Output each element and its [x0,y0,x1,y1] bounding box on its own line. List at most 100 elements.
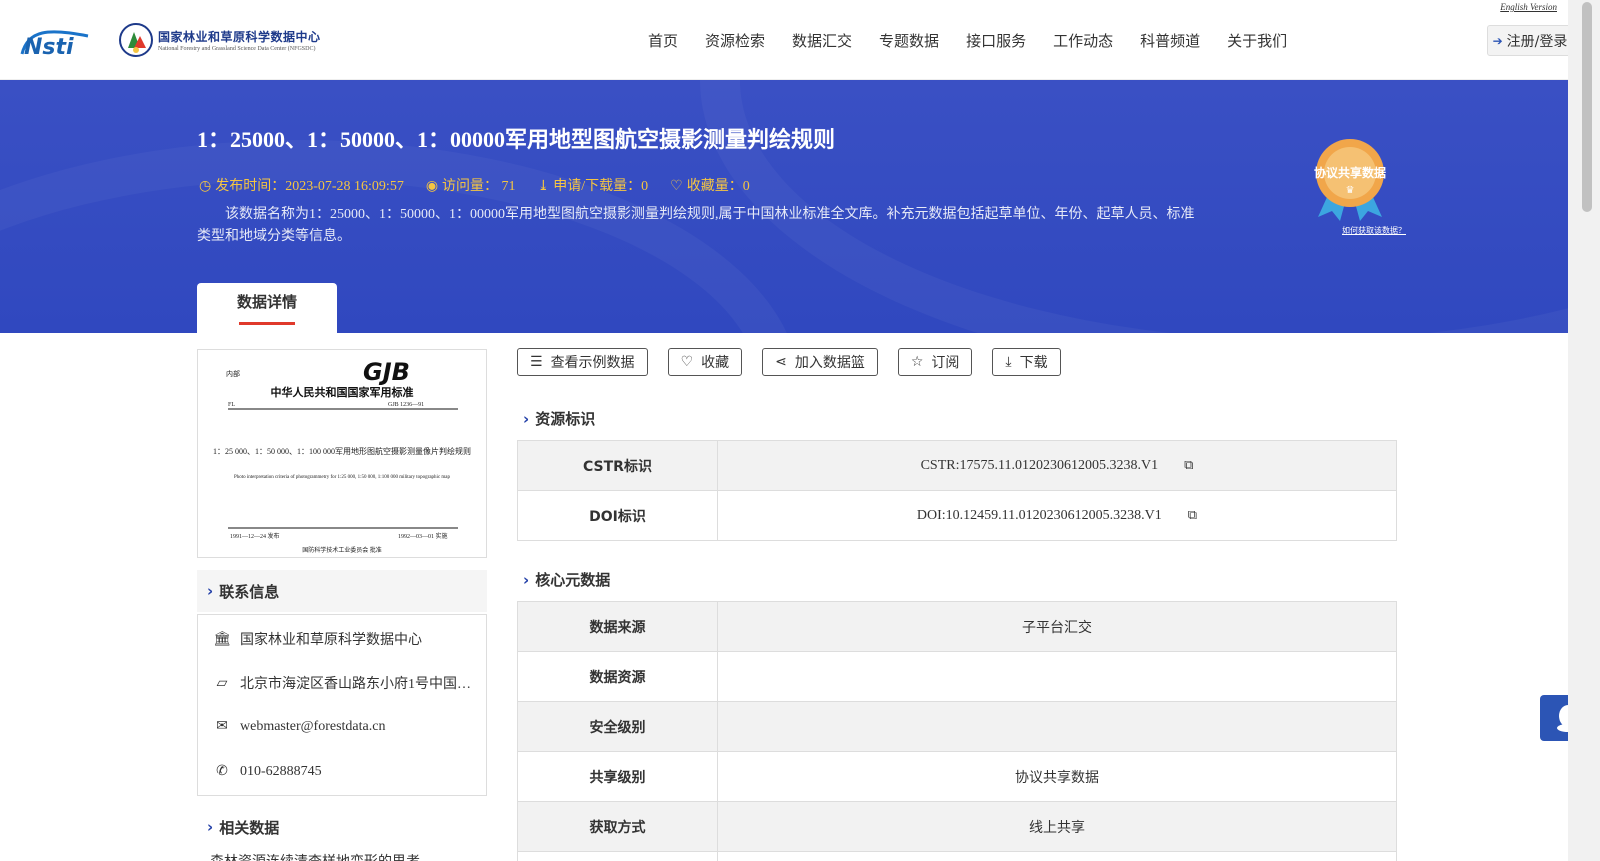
contact-org: 🏛 国家林业和草原科学数据中心 [213,631,422,649]
nav-science[interactable]: 科普频道 [1140,30,1200,51]
table-row: 获取方式 线上共享 [517,801,1397,852]
contact-email[interactable]: ✉ webmaster@forestdata.cn [212,718,477,735]
doi-key: DOI标识 [517,490,718,541]
phone-icon: ✆ [216,764,228,779]
table-row: 数据来源 子平台汇交 [517,601,1397,652]
chevron-right-icon: › [207,818,214,836]
table-row: 共享级别 协议共享数据 [517,751,1397,802]
nav-thematic-data[interactable]: 专题数据 [879,30,939,51]
resource-id-table: CSTR标识 CSTR:17575.11.0120230612005.3238.… [517,440,1397,541]
login-label: 注册/登录 [1506,33,1568,50]
svg-text:1991—12—24 发布: 1991—12—24 发布 [230,532,280,540]
action-bar: ☰ 查看示例数据 ♡ 收藏 ⋖ 加入数据篮 ☆ 订阅 ⤓ 下载 [517,348,1061,376]
copy-icon[interactable]: ⧉ [1184,457,1193,473]
heart-icon: ♡ [680,354,694,370]
related-item[interactable]: 森林资源连续清查样地变形的思考 [210,851,420,861]
main-nav: 首页 资源检索 数据汇交 专题数据 接口服务 工作动态 科普频道 关于我们 [648,30,1314,51]
table-row [517,851,1397,861]
nav-news[interactable]: 工作动态 [1053,30,1113,51]
site-title: 国家林业和草原科学数据中心 [158,30,321,44]
contact-address: ▱ 北京市海淀区香山路东小府1号中国林业科学研究院 [212,673,477,693]
contact-title: 联系信息 [219,582,280,601]
publish-time: ◷ 发布时间：2023-07-28 16:09:57 [199,179,404,194]
related-title: 相关数据 [219,818,280,837]
svg-text:中华人民共和国国家军用标准: 中华人民共和国国家军用标准 [271,385,414,399]
favorite-count: ♡ 收藏量：0 [670,179,750,194]
map-icon: ▱ [216,675,228,691]
star-icon: ☆ [910,354,924,370]
meta-key: 获取方式 [517,801,718,852]
tab-data-details[interactable]: 数据详情 [197,283,337,333]
bank-icon: 🏛 [213,631,231,647]
svg-text:GJB: GJB [363,358,410,386]
cover-image: 内部 GJB 中华人民共和国国家军用标准 FL GJB 1236—91 1：25… [198,350,486,557]
download-icon: ⤓ [537,179,550,194]
subscribe-button[interactable]: ☆ 订阅 [897,348,973,376]
share-level-badge: 协议共享数据 ♛ [1314,139,1386,221]
svg-text:内部: 内部 [226,369,240,378]
how-to-get-data-link[interactable]: 如何获取该数据？ [1342,225,1406,236]
svg-text:国防科学技术工业委员会 批准: 国防科学技术工业委员会 批准 [302,546,382,554]
copy-icon[interactable]: ⧉ [1188,507,1197,523]
doi-value: DOI:10.12459.11.0120230612005.3238.V1 ⧉ [717,490,1397,541]
core-meta-header: › 核心元数据 [523,570,611,590]
nav-data-submission[interactable]: 数据汇交 [792,30,852,51]
download-icon: ⤓ [1005,354,1012,370]
sign-in-icon: ➔ [1492,33,1503,48]
eye-icon: ◉ [425,179,439,194]
dataset-description: 该数据名称为1：25000、1：50000、1：00000军用地型图航空摄影测量… [197,207,1195,244]
meta-value [717,701,1397,752]
svg-text:Photo interpretation criteria: Photo interpretation criteria of photogr… [234,475,451,480]
contact-section-header: › 联系信息 [197,570,487,612]
download-button[interactable]: ⤓ 下载 [992,348,1061,376]
tab-label: 数据详情 [236,293,297,311]
core-meta-table: 数据来源 子平台汇交 数据资源 安全级别 共享级别 协议共享数据 获取方式 线上… [517,601,1397,861]
nav-resource-search[interactable]: 资源检索 [705,30,765,51]
cstr-key: CSTR标识 [517,440,718,491]
nav-api-service[interactable]: 接口服务 [966,30,1026,51]
svg-text:FL: FL [228,402,235,408]
download-count: ⤓ 申请/下载量：0 [537,179,649,194]
share-icon: ⋖ [775,354,787,370]
svg-text:GJB 1236—91: GJB 1236—91 [388,402,424,408]
view-sample-button[interactable]: ☰ 查看示例数据 [517,348,648,376]
scrollbar-thumb[interactable] [1582,2,1592,212]
site-header: Nsti 国家林业和草原科学数据中心 National Forestry and… [0,0,1573,80]
visit-count: ◉ 访问量： 71 [425,179,516,194]
login-button[interactable]: ➔ 注册/登录 [1487,25,1573,56]
meta-key: 共享级别 [517,751,718,802]
nsti-logo[interactable]: Nsti [18,24,98,58]
english-version-link[interactable]: English Version [1500,2,1557,12]
svg-text:Nsti: Nsti [24,35,74,58]
add-to-basket-button[interactable]: ⋖ 加入数据篮 [762,348,878,376]
meta-value [717,651,1397,702]
dataset-banner: 1：25000、1：50000、1：00000军用地型图航空摄影测量判绘规则 ◷… [0,80,1568,333]
heart-icon: ♡ [670,179,683,194]
dataset-title: 1：25000、1：50000、1：00000军用地型图航空摄影测量判绘规则 [197,127,836,152]
cstr-value: CSTR:17575.11.0120230612005.3238.V1 ⧉ [717,440,1397,491]
tab-active-indicator [239,322,295,325]
nav-about[interactable]: 关于我们 [1227,30,1287,51]
meta-key: 安全级别 [517,701,718,752]
table-row: CSTR标识 CSTR:17575.11.0120230612005.3238.… [517,440,1397,491]
nav-home[interactable]: 首页 [648,30,678,51]
contact-box: 🏛 国家林业和草原科学数据中心 ▱ 北京市海淀区香山路东小府1号中国林业科学研究… [197,614,487,796]
svg-text:协议共享数据: 协议共享数据 [1314,165,1386,180]
site-subtitle: National Forestry and Grassland Science … [158,46,316,52]
meta-value: 子平台汇交 [717,601,1397,652]
resource-id-header: › 资源标识 [523,409,596,429]
page-scrollbar[interactable] [1568,0,1600,861]
table-row: 数据资源 [517,651,1397,702]
contact-phone: ✆ 010-62888745 [212,763,477,780]
nfgsdc-logo[interactable] [118,22,154,58]
chevron-right-icon: › [523,570,530,589]
meta-key: 数据资源 [517,651,718,702]
clock-icon: ◷ [199,179,212,194]
database-icon: ☰ [530,354,543,370]
meta-key: 数据来源 [517,601,718,652]
meta-key [517,851,718,861]
chevron-right-icon: › [207,582,214,600]
chevron-right-icon: › [523,409,530,428]
favorite-button[interactable]: ♡ 收藏 [667,348,743,376]
svg-text:♛: ♛ [1346,185,1355,196]
